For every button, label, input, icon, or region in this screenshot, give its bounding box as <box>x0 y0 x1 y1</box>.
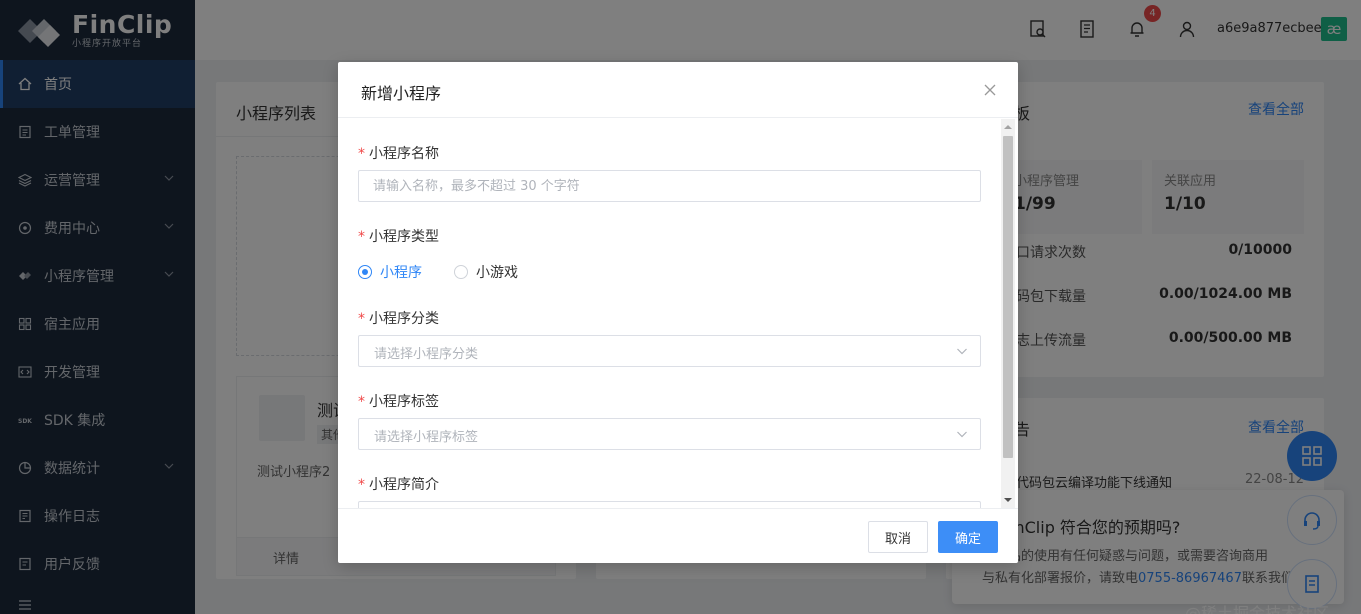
cancel-button[interactable]: 取消 <box>868 521 928 553</box>
radio-checked-icon <box>358 265 372 279</box>
type-radio-minigame[interactable]: 小游戏 <box>454 262 518 282</box>
close-icon[interactable] <box>982 82 998 98</box>
category-select[interactable]: 请选择小程序分类 <box>358 335 981 367</box>
category-label: * 小程序分类 <box>358 311 439 327</box>
dialog-footer: 取消 确定 <box>338 508 1018 563</box>
miniapp-name-input[interactable] <box>358 170 981 202</box>
scroll-up-icon[interactable] <box>1004 123 1012 131</box>
chevron-down-icon <box>957 431 967 438</box>
type-label: * 小程序类型 <box>358 229 439 245</box>
category-select-placeholder: 请选择小程序分类 <box>374 347 479 362</box>
tags-select-placeholder: 请选择小程序标签 <box>374 430 479 445</box>
intro-textarea[interactable] <box>358 501 981 508</box>
confirm-button[interactable]: 确定 <box>938 521 998 553</box>
radio-unchecked-icon <box>454 265 468 279</box>
intro-label-text: 小程序简介 <box>369 477 439 493</box>
type-label-text: 小程序类型 <box>369 229 439 245</box>
dialog-scrollbar[interactable] <box>1001 119 1015 508</box>
name-label: * 小程序名称 <box>358 146 439 162</box>
radio-label: 小游戏 <box>476 265 518 281</box>
name-label-text: 小程序名称 <box>369 146 439 162</box>
type-radio-miniapp[interactable]: 小程序 <box>358 262 422 282</box>
scrollbar-thumb[interactable] <box>1003 136 1013 458</box>
tags-label-text: 小程序标签 <box>369 394 439 410</box>
add-miniapp-dialog: 新增小程序 *小程序名称 *小程序类型 小程序 小游戏 *小程序分类 请选择小程… <box>338 62 1018 563</box>
category-label-text: 小程序分类 <box>369 311 439 327</box>
tags-label: * 小程序标签 <box>358 394 439 410</box>
tags-select[interactable]: 请选择小程序标签 <box>358 418 981 450</box>
dialog-header: 新增小程序 <box>338 62 1018 118</box>
scroll-down-icon[interactable] <box>1004 496 1012 504</box>
radio-label: 小程序 <box>380 265 422 281</box>
chevron-down-icon <box>957 348 967 355</box>
intro-label: * 小程序简介 <box>358 477 439 493</box>
dialog-title: 新增小程序 <box>361 84 442 103</box>
dialog-body: *小程序名称 *小程序类型 小程序 小游戏 *小程序分类 请选择小程序分类 *小… <box>338 119 1000 508</box>
